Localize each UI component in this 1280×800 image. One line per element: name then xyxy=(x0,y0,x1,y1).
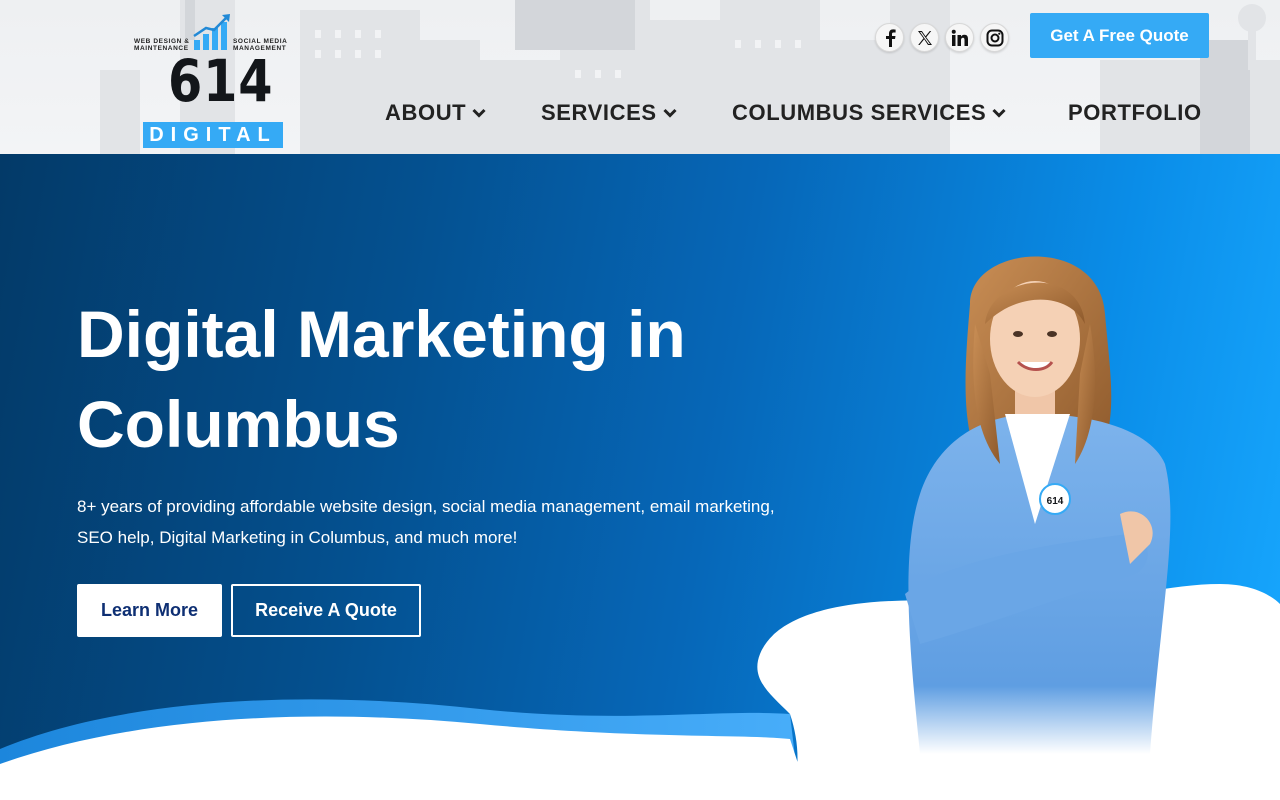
badge-text: 614 xyxy=(1047,496,1064,507)
instagram-link[interactable] xyxy=(980,23,1009,52)
x-link[interactable] xyxy=(910,23,939,52)
nav-item-label: ABOUT xyxy=(385,100,467,125)
chevron-down-icon xyxy=(663,108,677,118)
nav-item-label: COLUMBUS SERVICES xyxy=(732,100,987,125)
chevron-down-icon xyxy=(472,108,486,118)
hero-subtitle: 8+ years of providing affordable website… xyxy=(77,491,797,553)
hero-title: Digital Marketing in Columbus xyxy=(77,289,797,469)
nav-item-label: PORTFOLIO xyxy=(1068,100,1202,125)
nav-item-services[interactable]: SERVICES xyxy=(541,100,677,126)
nav-item-columbus-services[interactable]: COLUMBUS SERVICES xyxy=(732,100,1006,126)
hero-title-line-2: Columbus xyxy=(77,387,400,461)
growth-chart-icon xyxy=(193,14,230,50)
logo-word: DIGITAL xyxy=(143,122,283,148)
instagram-icon xyxy=(986,29,1003,46)
nav-item-label: SERVICES xyxy=(541,100,657,125)
facebook-link[interactable] xyxy=(875,23,904,52)
receive-quote-button[interactable]: Receive A Quote xyxy=(231,584,421,637)
get-free-quote-button[interactable]: Get A Free Quote xyxy=(1030,13,1209,58)
nav-item-about[interactable]: ABOUT xyxy=(385,100,486,126)
facebook-icon xyxy=(885,28,896,47)
hero-subtitle-line-2: SEO help, Digital Marketing in Columbus,… xyxy=(77,528,518,547)
x-icon xyxy=(917,30,932,45)
hero-title-line-1: Digital Marketing in xyxy=(77,297,686,371)
site-header: WEB DESIGN & MAINTENANCE SOCIAL MEDIA MA… xyxy=(0,0,1280,154)
hero-subtitle-line-1: 8+ years of providing affordable website… xyxy=(77,497,775,516)
hero-person-image: 614 xyxy=(905,256,1171,754)
linkedin-link[interactable] xyxy=(945,23,974,52)
site-logo[interactable]: WEB DESIGN & MAINTENANCE SOCIAL MEDIA MA… xyxy=(134,12,296,150)
hero-section: Digital Marketing in Columbus 8+ years o… xyxy=(0,154,1280,800)
learn-more-button[interactable]: Learn More xyxy=(77,584,222,637)
chevron-down-icon xyxy=(992,108,1006,118)
linkedin-icon xyxy=(951,29,968,46)
logo-number: 614 xyxy=(168,47,274,115)
nav-item-portfolio[interactable]: PORTFOLIO xyxy=(1068,100,1202,126)
